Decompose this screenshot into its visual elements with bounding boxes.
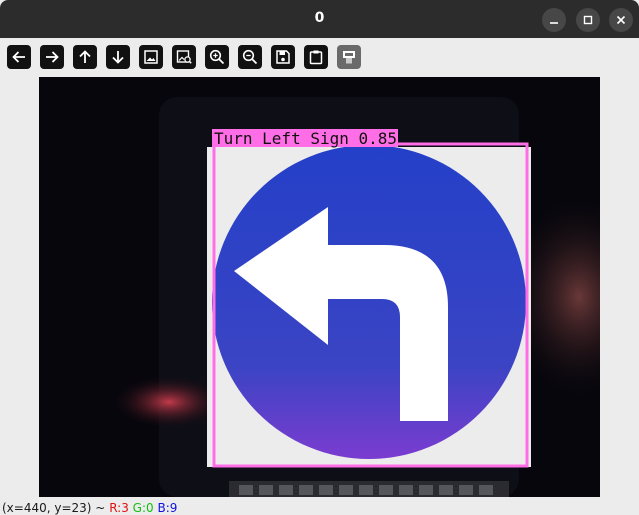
maximize-icon xyxy=(583,15,593,25)
maximize-button[interactable] xyxy=(576,8,600,32)
properties-button[interactable] xyxy=(337,45,361,69)
zoom-in-button[interactable] xyxy=(205,45,229,69)
close-icon xyxy=(616,15,626,25)
image-icon xyxy=(144,50,158,64)
pan-right-button[interactable] xyxy=(40,45,64,69)
clipboard-icon xyxy=(309,50,323,65)
toolbar xyxy=(0,38,639,76)
pan-up-button[interactable] xyxy=(73,45,97,69)
detection-label: Turn Left Sign 0.85 xyxy=(214,129,397,148)
minimize-button[interactable] xyxy=(542,8,566,32)
pixel-green-value: G:0 xyxy=(132,501,154,515)
status-bar: (x=440, y=23) ~ R:3 G:0 B:9 xyxy=(2,501,177,515)
properties-icon xyxy=(343,51,355,64)
camera-frame: Turn Left Sign 0.85 xyxy=(39,77,600,497)
pan-down-button[interactable] xyxy=(106,45,130,69)
zoom-out-button[interactable] xyxy=(238,45,262,69)
arrow-up-icon xyxy=(79,50,91,63)
arrow-down-icon xyxy=(112,51,124,64)
pan-left-button[interactable] xyxy=(7,45,31,69)
cursor-coordinates: (x=440, y=23) ~ xyxy=(2,501,106,515)
title-bar: 0 xyxy=(0,0,639,38)
minimize-icon xyxy=(550,22,558,24)
pixel-red-value: R:3 xyxy=(109,501,129,515)
image-search-icon xyxy=(176,50,192,64)
close-button[interactable] xyxy=(609,8,633,32)
arrow-left-icon xyxy=(12,51,25,63)
save-button[interactable] xyxy=(271,45,295,69)
zoom-out-icon xyxy=(242,49,258,65)
image-canvas[interactable]: Turn Left Sign 0.85 xyxy=(39,77,600,497)
turn-left-sign xyxy=(207,145,531,467)
zoom-to-fit-button[interactable] xyxy=(172,45,196,69)
save-icon xyxy=(276,50,290,64)
zoom-in-icon xyxy=(209,49,225,65)
arrow-right-icon xyxy=(46,51,59,63)
zoom-original-button[interactable] xyxy=(139,45,163,69)
pixel-blue-value: B:9 xyxy=(157,501,178,515)
copy-to-clipboard-button[interactable] xyxy=(304,45,328,69)
